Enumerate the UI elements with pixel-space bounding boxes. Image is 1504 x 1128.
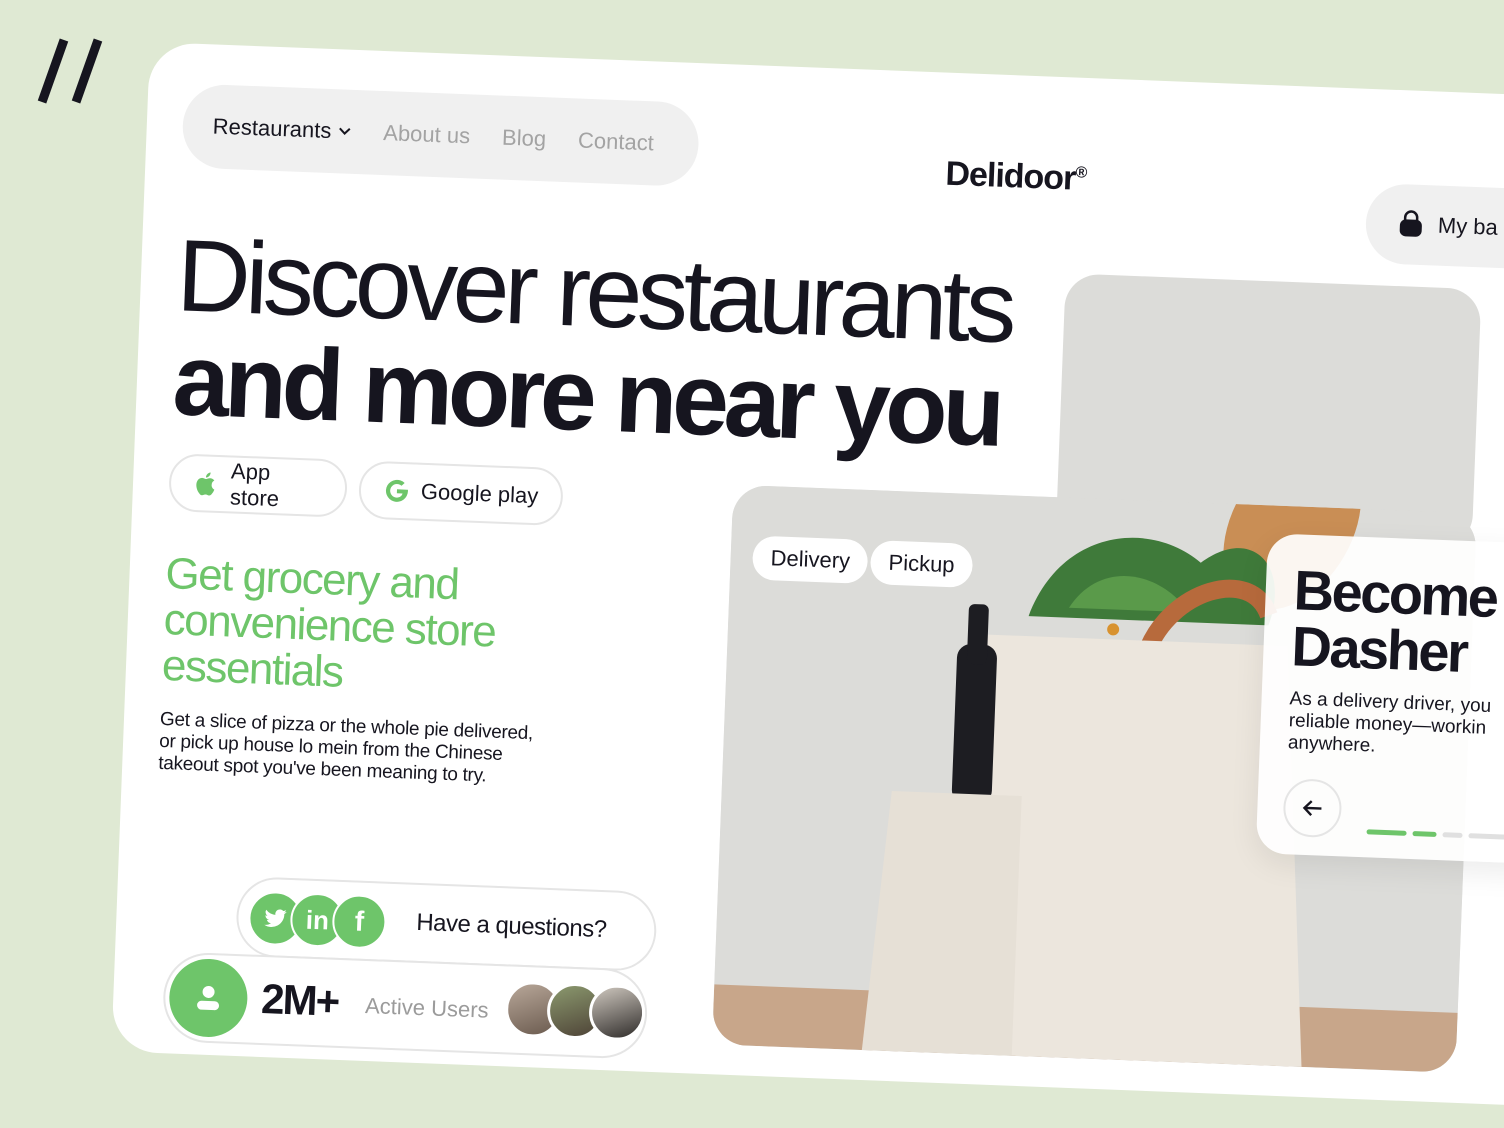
google-play-label: Google play [420, 478, 539, 509]
previous-button[interactable] [1282, 778, 1343, 839]
arrow-left-icon [1302, 800, 1322, 816]
nav-item-restaurants[interactable]: Restaurants [212, 113, 352, 144]
brand-wordmark[interactable]: Delidoor® [945, 155, 1087, 199]
linkedin-icon: in [305, 904, 330, 936]
active-users-count: 2M+ [260, 974, 340, 1025]
app-store-button[interactable]: App store [168, 453, 349, 518]
app-store-label: App store [229, 458, 280, 512]
twitter-icon [264, 909, 287, 928]
top-nav: Restaurants About us Blog Contact [181, 83, 701, 188]
google-play-button[interactable]: Google play [357, 460, 564, 527]
nav-item-blog[interactable]: Blog [502, 125, 547, 153]
shopping-bag-icon [1399, 210, 1422, 237]
dasher-title: Become Dasher [1290, 558, 1497, 684]
bag-label: My ba [1437, 212, 1499, 240]
registered-mark: ® [1075, 164, 1087, 182]
indicator-dot [1468, 833, 1504, 840]
my-bag-button[interactable]: My ba [1364, 182, 1504, 272]
landing-card: Restaurants About us Blog Contact Delido… [111, 42, 1504, 1109]
questions-label: Have a questions? [415, 908, 608, 944]
dasher-description: As a delivery driver, you reliable money… [1287, 688, 1504, 766]
brand-name: Delidoor [944, 154, 1077, 198]
delivery-chip[interactable]: Delivery [751, 535, 869, 584]
nav-item-contact[interactable]: Contact [578, 128, 655, 157]
become-dasher-card: Become Dasher As a delivery driver, you … [1255, 533, 1504, 867]
hero-heading: Discover restaurants and more near you [171, 218, 1014, 468]
brand-slash-logo [37, 38, 103, 104]
chevron-down-icon [338, 127, 351, 135]
hero-description: Get a slice of pizza or the whole pie de… [158, 709, 580, 791]
user-avatar [588, 983, 647, 1042]
active-users-label: Active Users [364, 992, 490, 1023]
indicator-active [1366, 829, 1407, 836]
google-icon [386, 479, 408, 502]
pickup-chip[interactable]: Pickup [869, 540, 974, 588]
dasher-title-line-2: Dasher [1290, 614, 1468, 684]
active-users-pill: 2M+ Active Users [161, 951, 649, 1060]
user-icon [167, 957, 249, 1039]
nav-item-label: Restaurants [212, 113, 332, 144]
grocery-subheading: Get grocery and convenience store essent… [161, 549, 498, 702]
indicator-dot [1442, 832, 1463, 838]
facebook-button[interactable]: f [331, 893, 388, 950]
apple-icon [196, 472, 215, 496]
nav-item-about[interactable]: About us [383, 120, 471, 149]
indicator-dot [1412, 831, 1437, 837]
facebook-icon: f [354, 905, 365, 937]
